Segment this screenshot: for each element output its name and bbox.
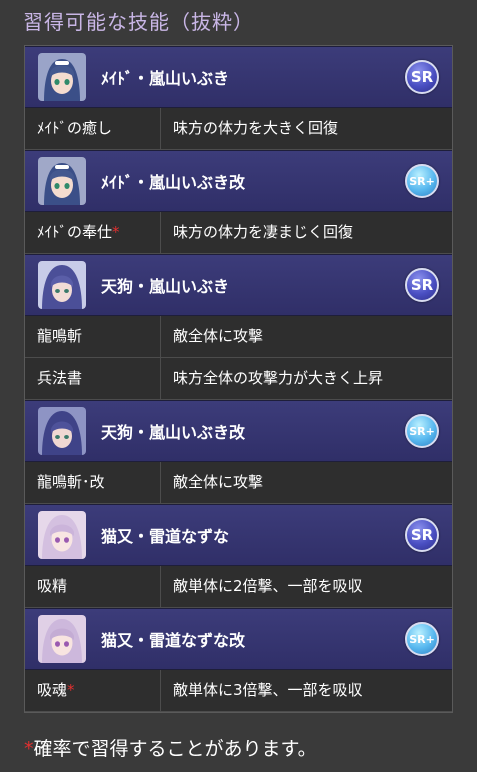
skill-row: 龍鳴斬･改 敵全体に攻撃 — [25, 462, 452, 504]
character-portrait-icon — [38, 261, 86, 309]
character-portrait-icon — [38, 615, 86, 663]
skill-description: 敵全体に攻撃 — [173, 473, 264, 491]
skill-name-cell: 龍鳴斬･改 — [25, 462, 161, 503]
rarity-sr-badge-icon: SR — [405, 268, 439, 302]
character-row: 天狗・嵐山いぶき改 SR+ — [25, 400, 452, 462]
skill-description: 敵全体に攻撃 — [173, 327, 264, 345]
character-name: 天狗・嵐山いぶき改 — [101, 423, 246, 442]
skill-row: 兵法書 味方全体の攻撃力が大きく上昇 — [25, 358, 452, 400]
probability-mark: * — [67, 681, 75, 699]
rarity-srplus-badge-icon: SR+ — [405, 164, 439, 198]
character-row: ﾒｲﾄﾞ・嵐山いぶき SR — [25, 46, 452, 108]
footnote: *確率で習得することがあります。 — [24, 734, 317, 761]
character-name: 天狗・嵐山いぶき — [101, 277, 230, 296]
skill-name: 吸魂 — [37, 681, 68, 699]
skill-description: 味方の体力を凄まじく回復 — [173, 223, 354, 241]
character-row: 猫又・雷道なずな改 SR+ — [25, 608, 452, 670]
skill-row: ﾒｲﾄﾞの癒し 味方の体力を大きく回復 — [25, 108, 452, 150]
skill-description: 味方の体力を大きく回復 — [173, 119, 339, 137]
skill-description: 敵単体に2倍撃、一部を吸収 — [173, 577, 363, 595]
rarity-sr-badge-icon: SR — [405, 518, 439, 552]
skill-name: 吸精 — [37, 577, 68, 595]
skill-name: ﾒｲﾄﾞの癒し — [37, 119, 113, 137]
skill-name: 龍鳴斬･改 — [37, 473, 105, 491]
skill-name-cell: 吸魂* — [25, 670, 161, 711]
probability-mark: * — [112, 223, 120, 241]
skill-name-cell: 龍鳴斬 — [25, 316, 161, 357]
skill-name: ﾒｲﾄﾞの奉仕 — [37, 223, 113, 241]
skills-table: ﾒｲﾄﾞ・嵐山いぶき SR ﾒｲﾄﾞの癒し 味方の体力を大きく回復 ﾒｲﾄﾞ・嵐… — [24, 45, 453, 713]
character-name: 猫又・雷道なずな — [101, 527, 230, 546]
character-portrait-icon — [38, 511, 86, 559]
character-portrait-icon — [38, 157, 86, 205]
character-name: ﾒｲﾄﾞ・嵐山いぶき改 — [101, 173, 246, 192]
skill-row: 龍鳴斬 敵全体に攻撃 — [25, 316, 452, 358]
page-title: 習得可能な技能（抜粋） — [23, 10, 254, 34]
probability-mark: * — [24, 738, 34, 760]
rarity-srplus-badge-icon: SR+ — [405, 414, 439, 448]
skill-name-cell: ﾒｲﾄﾞの奉仕* — [25, 212, 161, 253]
character-name: ﾒｲﾄﾞ・嵐山いぶき — [101, 69, 230, 88]
skill-row: 吸精 敵単体に2倍撃、一部を吸収 — [25, 566, 452, 608]
character-portrait-icon — [38, 407, 86, 455]
skill-description: 敵単体に3倍撃、一部を吸収 — [173, 681, 363, 699]
character-row: ﾒｲﾄﾞ・嵐山いぶき改 SR+ — [25, 150, 452, 212]
skill-name-cell: 吸精 — [25, 566, 161, 607]
skill-row: 吸魂* 敵単体に3倍撃、一部を吸収 — [25, 670, 452, 712]
rarity-sr-badge-icon: SR — [405, 60, 439, 94]
character-name: 猫又・雷道なずな改 — [101, 631, 246, 650]
skill-name: 兵法書 — [37, 369, 83, 387]
character-row: 猫又・雷道なずな SR — [25, 504, 452, 566]
skill-name-cell: 兵法書 — [25, 358, 161, 399]
rarity-srplus-badge-icon: SR+ — [405, 622, 439, 656]
skill-row: ﾒｲﾄﾞの奉仕* 味方の体力を凄まじく回復 — [25, 212, 452, 254]
character-portrait-icon — [38, 53, 86, 101]
character-row: 天狗・嵐山いぶき SR — [25, 254, 452, 316]
skill-description: 味方全体の攻撃力が大きく上昇 — [173, 369, 384, 387]
footnote-text: 確率で習得することがあります。 — [33, 738, 317, 760]
skill-name: 龍鳴斬 — [37, 327, 83, 345]
skill-name-cell: ﾒｲﾄﾞの癒し — [25, 108, 161, 149]
